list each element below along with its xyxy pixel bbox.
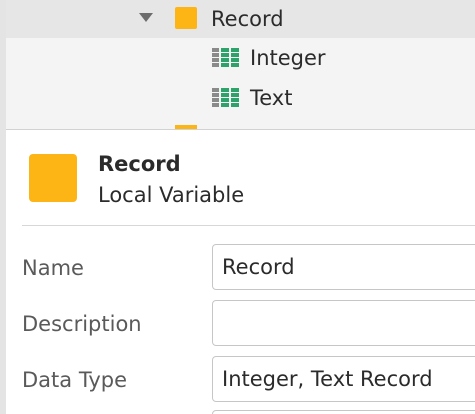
description-label: Description (22, 312, 142, 336)
record-icon (29, 154, 77, 202)
chevron-down-icon[interactable] (139, 13, 153, 22)
grid-field-icon (212, 48, 239, 67)
tree-item-record[interactable]: Record (6, 0, 475, 38)
variable-tree: Record Integer Text (6, 0, 475, 130)
name-field[interactable]: Record (212, 244, 475, 290)
tree-item-integer[interactable]: Integer (6, 39, 475, 77)
data-type-field[interactable]: Integer, Text Record (212, 356, 475, 402)
tree-item-label: Integer (250, 46, 326, 70)
details-title: Record (98, 152, 181, 176)
tree-divider (6, 129, 475, 130)
variable-editor: Record Integer Text Record Local Variabl… (0, 0, 475, 414)
details-subtitle: Local Variable (98, 183, 245, 207)
data-type-label: Data Type (22, 368, 128, 392)
grid-field-icon (212, 88, 239, 107)
record-icon (175, 7, 197, 29)
name-label: Name (22, 256, 84, 280)
details-divider (22, 225, 475, 226)
tree-item-text[interactable]: Text (6, 79, 475, 117)
next-field[interactable] (212, 410, 475, 414)
tree-item-label: Text (250, 86, 293, 110)
tree-item-label: Record (211, 7, 284, 31)
description-field[interactable] (212, 300, 475, 346)
